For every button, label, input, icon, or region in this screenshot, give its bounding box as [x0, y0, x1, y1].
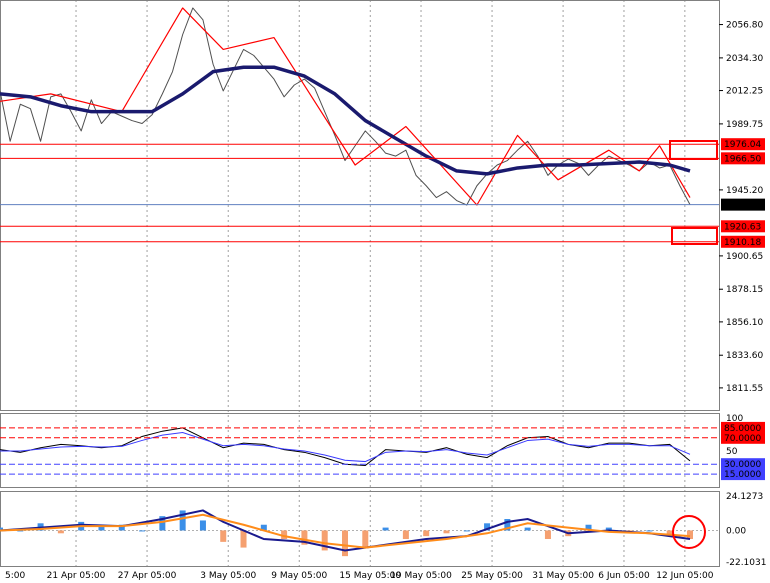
price-tick-label: 1878.15	[726, 285, 763, 295]
price-tick-label: 2034.30	[726, 54, 763, 64]
macd-histogram-bar	[199, 520, 206, 531]
time-label: 31 May 05:00	[532, 571, 594, 581]
time-label: 5:00	[5, 571, 25, 581]
price-tick-label: 1811.55	[726, 384, 763, 394]
oscillator-axis: 85.000070.000030.000015.000010050	[721, 414, 765, 481]
macd-panel: 24.1273 0.00 -22.1031	[0, 491, 766, 568]
price-tick-label: 1989.75	[726, 120, 763, 130]
time-label: 27 Apr 05:00	[118, 571, 177, 581]
macd-tick-label: 24.1273	[726, 492, 763, 502]
level-price-tag: 1910.18	[724, 238, 761, 248]
price-panel-frame	[0, 0, 720, 411]
macd-histogram-bar	[423, 530, 430, 537]
oscillator-panel: 85.000070.000030.000015.000010050	[0, 413, 765, 488]
level-price-tag: 1966.50	[724, 154, 761, 164]
oscillator-level-tag: 70.0000	[724, 434, 761, 444]
macd-tick-label: 0.00	[726, 526, 746, 536]
oscillator-series-group	[0, 427, 691, 467]
price-axis: 2056.80 2034.30 2012.25 1989.75 1945.20 1900.…	[719, 21, 765, 394]
macd-histogram-bar	[57, 530, 64, 534]
price-series-group	[0, 7, 691, 206]
time-label: 12 Jun 05:00	[656, 571, 713, 581]
macd-histogram-bar	[139, 530, 146, 532]
current-price-tag: 1935.25	[724, 201, 761, 211]
time-label: 19 May 05:00	[390, 571, 452, 581]
macd-histogram-bar	[402, 530, 409, 540]
price-tick-label: 1945.20	[726, 186, 763, 196]
level-price-tag: 1920.63	[724, 222, 761, 232]
macd-histogram-bar	[382, 527, 389, 531]
macd-histogram-bar	[646, 530, 653, 532]
macd-histogram-bar	[544, 530, 551, 540]
chart-canvas: 2056.80 2034.30 2012.25 1989.75 1945.20 1900.…	[0, 0, 766, 581]
price-tick-label: 1833.60	[726, 351, 763, 361]
vertical-grid	[75, 0, 686, 567]
macd-axis: 24.1273 0.00 -22.1031	[726, 492, 766, 568]
oscillator-levels-group	[0, 427, 719, 475]
price-tick-label: 1856.10	[726, 318, 763, 328]
level-price-tag: 1976.04	[724, 140, 761, 150]
series-zigzag	[0, 7, 691, 206]
time-axis: 5:00 21 Apr 05:00 27 Apr 05:00 3 May 05:00 9…	[5, 571, 714, 581]
time-label: 21 Apr 05:00	[47, 571, 106, 581]
oscillator-level-tag: 15.0000	[724, 470, 761, 480]
price-tick-label: 1900.65	[726, 252, 763, 262]
macd-histogram-bar	[443, 530, 450, 534]
macd-tick-label: -22.1031	[726, 558, 766, 568]
oscillator-panel-frame	[0, 413, 720, 488]
price-tick-label: 2012.25	[726, 87, 763, 97]
macd-histogram-bar	[524, 527, 531, 531]
time-label: 6 Jun 05:00	[598, 571, 650, 581]
macd-histogram-bar	[220, 530, 227, 542]
time-label: 9 May 05:00	[271, 571, 327, 581]
macd-histogram-bar	[362, 530, 369, 548]
oscillator-tick-label: 50	[726, 447, 738, 457]
price-tick-label: 2056.80	[726, 21, 763, 31]
time-label: 25 May 05:00	[461, 571, 523, 581]
macd-histogram-bar	[342, 530, 348, 557]
macd-histogram-bar	[463, 530, 470, 532]
macd-series-group	[0, 509, 719, 557]
price-levels-group	[0, 143, 719, 243]
time-label: 3 May 05:00	[200, 571, 256, 581]
price-panel: 2056.80 2034.30 2012.25 1989.75 1945.20 1900.…	[0, 0, 765, 411]
oscillator-tick-label: 100	[726, 414, 743, 424]
macd-histogram-bar	[240, 530, 247, 548]
